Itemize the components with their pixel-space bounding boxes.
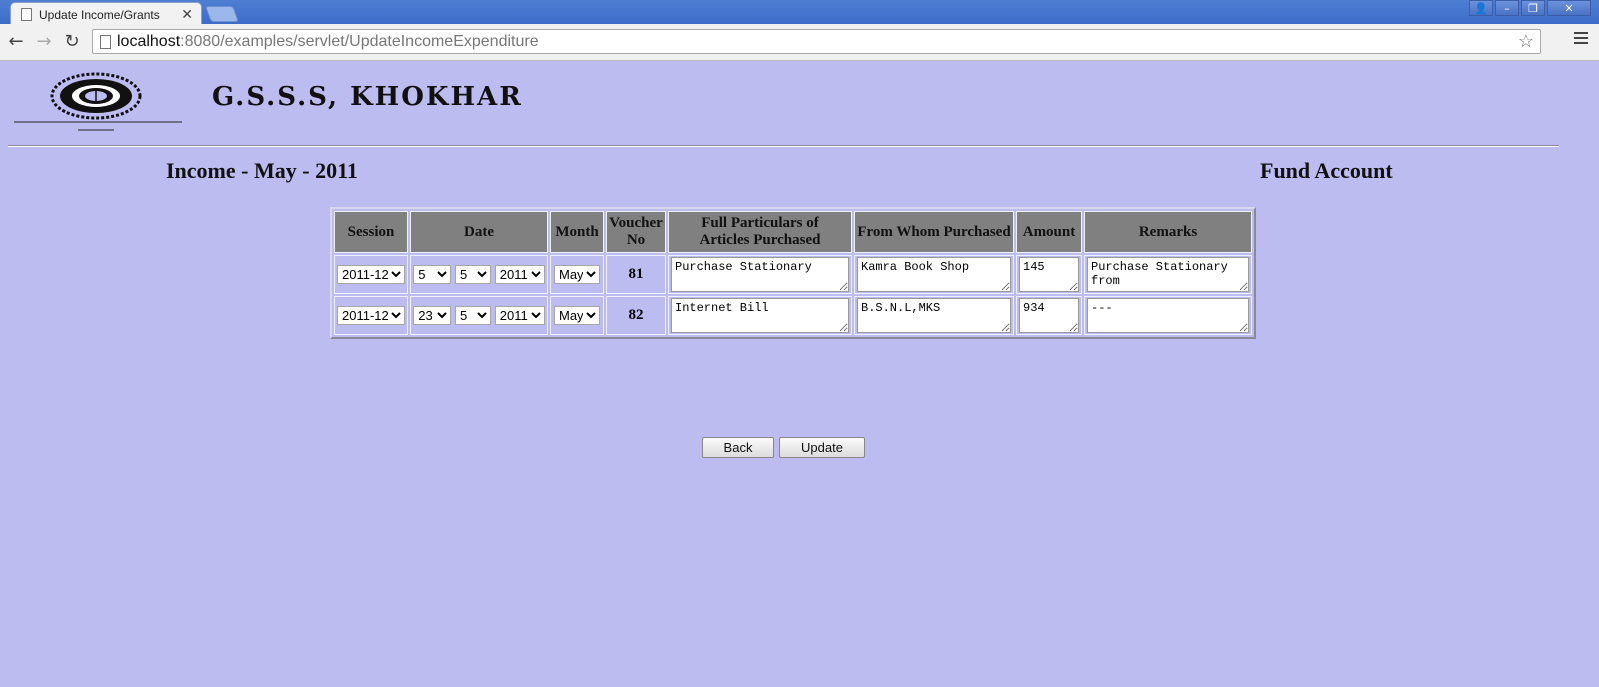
col-session: Session	[334, 211, 408, 253]
session-select[interactable]: 2011-12	[337, 306, 405, 325]
col-date: Date	[410, 211, 548, 253]
particulars-cell: Internet Bill	[668, 296, 852, 335]
date-cell: 5 5 2011	[410, 255, 548, 294]
school-logo	[14, 72, 182, 131]
page-icon	[21, 8, 32, 21]
remarks-textarea[interactable]: Purchase Stationary from	[1087, 257, 1249, 292]
url-path: :8080/examples/servlet/UpdateIncomeExpen…	[180, 33, 539, 50]
month-select[interactable]: May	[554, 265, 600, 284]
document-icon	[100, 35, 111, 49]
table-row: 2011-12 5 5 2011 May 81 Purchase Station…	[334, 255, 1252, 294]
day-select[interactable]: 5	[413, 265, 452, 284]
menu-icon[interactable]	[1574, 32, 1588, 47]
month-cell: May	[550, 255, 604, 294]
particulars-textarea[interactable]: Purchase Stationary	[671, 257, 849, 292]
amount-textarea[interactable]: 934	[1019, 298, 1079, 333]
col-voucher-line2: No	[626, 232, 646, 248]
url-text: localhost:8080/examples/servlet/UpdateIn…	[117, 33, 539, 51]
month-select[interactable]: May	[554, 306, 600, 325]
browser-tab[interactable]: Update Income/Grants ✕	[10, 2, 202, 26]
col-particulars: Full Particulars of Articles Purchased	[668, 211, 852, 253]
page-title: Income - May - 2011	[166, 158, 358, 183]
session-cell: 2011-12	[334, 255, 408, 294]
remarks-textarea[interactable]: ---	[1087, 298, 1249, 333]
minimize-button[interactable]: –	[1495, 0, 1519, 16]
from-whom-textarea[interactable]: Kamra Book Shop	[857, 257, 1011, 292]
month-cell: May	[550, 296, 604, 335]
account-title: Fund Account	[1260, 158, 1393, 183]
session-select[interactable]: 2011-12	[337, 265, 405, 284]
forward-arrow-icon[interactable]: →	[33, 31, 55, 53]
table-row: 2011-12 23 5 2011 May 82 Internet Bill B…	[334, 296, 1252, 335]
remarks-cell: ---	[1084, 296, 1252, 335]
header-divider	[8, 145, 1559, 147]
remarks-cell: Purchase Stationary from	[1084, 255, 1252, 294]
col-from-whom: From Whom Purchased	[854, 211, 1014, 253]
col-amount: Amount	[1016, 211, 1082, 253]
voucher-number: 81	[606, 255, 666, 294]
browser-toolbar: ← → ↻ localhost:8080/examples/servlet/Up…	[0, 24, 1599, 61]
window-controls: 👤 – ❐ ✕	[1469, 0, 1591, 18]
browser-tabstrip: Update Income/Grants ✕ 👤 – ❐ ✕	[0, 0, 1599, 26]
address-bar[interactable]: localhost:8080/examples/servlet/UpdateIn…	[92, 29, 1541, 54]
particulars-cell: Purchase Stationary	[668, 255, 852, 294]
amount-cell: 145	[1016, 255, 1082, 294]
month-number-select[interactable]: 5	[455, 265, 491, 284]
col-particulars-line1: Full Particulars of	[701, 215, 819, 231]
from-whom-textarea[interactable]: B.S.N.L,MKS	[857, 298, 1011, 333]
year-select[interactable]: 2011	[494, 306, 545, 325]
amount-cell: 934	[1016, 296, 1082, 335]
day-select[interactable]: 23	[413, 306, 452, 325]
col-particulars-line2: Articles Purchased	[699, 232, 821, 248]
back-button[interactable]: Back	[702, 437, 774, 458]
school-name: G.S.S.S, KHOKHAR	[212, 82, 523, 112]
update-button[interactable]: Update	[779, 437, 865, 458]
close-window-button[interactable]: ✕	[1547, 0, 1591, 16]
col-voucher: Voucher No	[606, 211, 666, 253]
user-icon[interactable]: 👤	[1469, 0, 1493, 16]
reload-icon[interactable]: ↻	[61, 31, 83, 53]
back-arrow-icon[interactable]: ←	[5, 31, 27, 53]
amount-textarea[interactable]: 145	[1019, 257, 1079, 292]
from-whom-cell: B.S.N.L,MKS	[854, 296, 1014, 335]
voucher-number: 82	[606, 296, 666, 335]
tab-close-icon[interactable]: ✕	[181, 6, 193, 23]
year-select[interactable]: 2011	[494, 265, 545, 284]
new-tab-button[interactable]	[205, 6, 239, 22]
restore-button[interactable]: ❐	[1521, 0, 1545, 16]
month-number-select[interactable]: 5	[455, 306, 491, 325]
url-host: localhost	[117, 33, 181, 50]
date-cell: 23 5 2011	[410, 296, 548, 335]
table-header-row: Session Date Month Voucher No Full Partic…	[334, 211, 1252, 253]
col-voucher-line1: Voucher	[609, 215, 663, 231]
session-cell: 2011-12	[334, 296, 408, 335]
particulars-textarea[interactable]: Internet Bill	[671, 298, 849, 333]
bookmark-star-icon[interactable]: ☆	[1518, 31, 1534, 52]
income-table: Session Date Month Voucher No Full Partic…	[330, 207, 1256, 339]
tab-title: Update Income/Grants	[39, 8, 160, 22]
col-month: Month	[550, 211, 604, 253]
col-remarks: Remarks	[1084, 211, 1252, 253]
from-whom-cell: Kamra Book Shop	[854, 255, 1014, 294]
